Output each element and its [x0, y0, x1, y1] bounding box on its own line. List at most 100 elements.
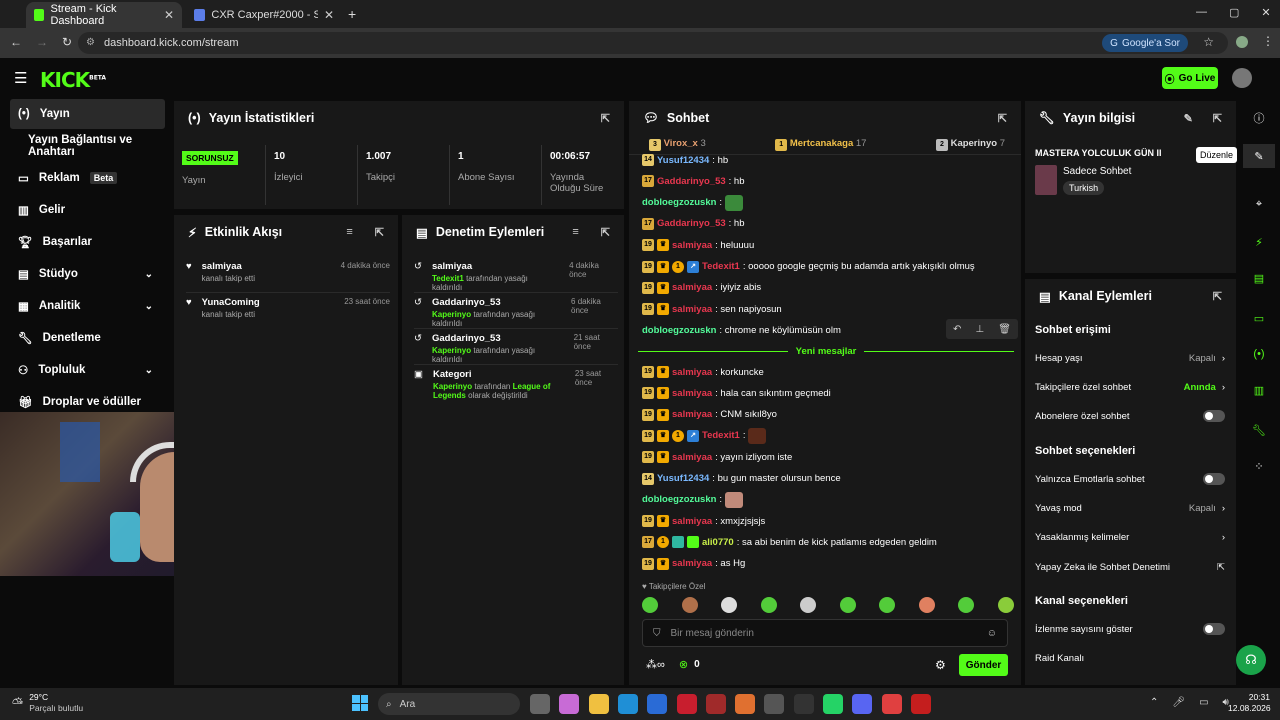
document-icon[interactable]: ▤ [1243, 266, 1275, 290]
chat-username[interactable]: dobloegzozuskn [642, 197, 716, 208]
google-ask-button[interactable]: G Google'a Sor [1102, 34, 1188, 52]
gifter[interactable]: 1 Mertcanakaga 17 [775, 138, 866, 151]
send-button[interactable]: Gönder [959, 654, 1008, 676]
chat-username[interactable]: Yusuf12434 [657, 155, 709, 166]
chat-message[interactable]: 19 ♛ salmiyaa: as Hg [642, 554, 745, 574]
forward-icon[interactable]: → [36, 35, 48, 49]
new-tab-icon[interactable]: + [348, 6, 356, 22]
pin-icon[interactable]: ⊥ [975, 324, 984, 335]
whatsapp-icon[interactable] [823, 694, 843, 714]
chat-message[interactable]: 19 ♛ 1 ↗ Tedexit1: ooooo google geçmiş bu ad… [642, 257, 975, 277]
chat-message[interactable]: 14 Yusuf12434: hb [642, 150, 728, 170]
target-icon[interactable]: ⌖ [1243, 192, 1275, 216]
discord-icon[interactable] [852, 694, 873, 714]
chat-username[interactable]: salmiyaa [672, 304, 712, 315]
go-live-button[interactable]: ⦿ Go Live [1162, 67, 1218, 89]
taskbar-search[interactable]: ⌕ Ara [378, 693, 520, 715]
chat-message[interactable]: 17 Gaddarinyo_53: hb [642, 171, 745, 191]
sidebar-item-denetleme[interactable]: 🔧︎ Denetleme [10, 323, 165, 353]
chat-username[interactable]: salmiyaa [672, 558, 712, 569]
browser-tab-summoner[interactable]: CXR Caxper#2000 - Summoner ✕ [186, 2, 342, 28]
emote-picker-item[interactable] [958, 597, 975, 613]
folder-icon[interactable] [588, 694, 609, 714]
lightning-icon[interactable]: ⚡︎ [1243, 230, 1275, 254]
emote-picker-item[interactable] [879, 597, 896, 613]
edit-pencil-icon[interactable]: ✎ [1184, 112, 1193, 125]
app-icon[interactable] [705, 694, 726, 714]
chat-message[interactable]: 19 ♛ salmiyaa: hala can sıkıntım geçmedi [642, 383, 831, 403]
reload-icon[interactable]: ↻ [62, 35, 72, 49]
support-icon[interactable]: ☊ [1236, 645, 1266, 675]
chat-username[interactable]: Yusuf12434 [657, 473, 709, 484]
kick-logo[interactable]: KICKBETA [40, 68, 106, 92]
layout-icon[interactable]: ▥ [1243, 378, 1275, 402]
chat-username[interactable]: Tedexit1 [702, 430, 740, 441]
store-icon[interactable] [647, 694, 668, 714]
followers-chat-row[interactable]: Takipçilere özel sohbet Anında › [1035, 377, 1225, 397]
riot-icon[interactable] [910, 694, 931, 714]
emote-only-toggle[interactable] [1203, 473, 1225, 485]
site-info-icon[interactable]: ⚙ [86, 37, 95, 48]
opera-icon[interactable] [676, 694, 697, 714]
show-views-toggle[interactable] [1203, 623, 1225, 635]
browser-menu-icon[interactable]: ⋮ [1262, 34, 1274, 48]
chat-username[interactable]: Gaddarinyo_53 [657, 218, 726, 229]
chat-message[interactable]: 17 1 ali0770: sa abi benim de kick patlamı… [642, 532, 937, 552]
filter-icon[interactable]: ≡ [346, 226, 352, 238]
gifter[interactable]: 2 Kaperinyo 7 [935, 138, 1005, 151]
chat-username[interactable]: Gaddarinyo_53 [657, 176, 726, 187]
weather-widget[interactable]: ⛅︎ 29°C Parçalı bulutlu [12, 692, 83, 714]
chat-message[interactable]: 19 ♛ salmiyaa: iyiyiz abis [642, 278, 761, 298]
subs-chat-toggle[interactable] [1203, 410, 1225, 422]
ai-moderation-row[interactable]: Yapay Zeka ile Sohbet Denetimi ⇱ [1035, 557, 1225, 577]
chat-message[interactable]: 19 ♛ salmiyaa: heluuuu [642, 235, 754, 255]
apps-icon[interactable]: ⁘ [1243, 454, 1275, 478]
sidebar-item-basarilar[interactable]: 🏆︎ Başarılar [10, 227, 165, 257]
chat-bubble-icon[interactable]: ▭ [1243, 306, 1275, 330]
edit-pencil-icon[interactable]: ✎ [1243, 144, 1275, 168]
chat-username[interactable]: dobloegzozuskn [642, 325, 716, 336]
sticker-icon[interactable] [735, 694, 756, 714]
sidebar-item-topluluk[interactable]: ⚇ Topluluk ⌄ [10, 355, 165, 385]
chat-username[interactable]: dobloegzozuskn [642, 494, 716, 505]
edge-icon[interactable] [617, 694, 638, 714]
chat-message[interactable]: dobloegzozuskn: [642, 490, 744, 510]
emote-picker-item[interactable] [839, 597, 856, 613]
chat-message[interactable]: 19 ♛ salmiyaa: xmxjzjsjsjs [642, 511, 765, 531]
sidebar-item-gelir[interactable]: ▥ Gelir [10, 195, 165, 225]
chevron-up-icon[interactable]: ⌃ [1150, 697, 1158, 708]
close-window-icon[interactable]: ✕ [1261, 6, 1270, 19]
trash-icon[interactable]: 🗑︎ [998, 324, 1011, 335]
users-infinity-icon[interactable]: ⁂∞ [646, 658, 665, 671]
account-age-row[interactable]: Hesap yaşı Kapalı › [1035, 348, 1225, 368]
chat-input[interactable]: ⛉ Bir mesaj gönderin ☺ [642, 619, 1008, 647]
popout-icon[interactable]: ⇱ [375, 226, 384, 239]
minimize-icon[interactable]: — [1196, 6, 1207, 19]
chat-username[interactable]: salmiyaa [672, 240, 712, 251]
chat-message[interactable]: 19 ♛ 1 ↗ Tedexit1: [642, 426, 767, 446]
emote-picker-item[interactable] [997, 597, 1014, 613]
copilot-icon[interactable] [559, 694, 580, 714]
chat-username[interactable]: Tedexit1 [702, 261, 740, 272]
file-icon[interactable] [530, 694, 550, 714]
sidebar-item-yayin[interactable]: (•) Yayın [10, 99, 165, 129]
sidebar-item-analitik[interactable]: ▦ Analitik ⌄ [10, 291, 165, 321]
popout-icon[interactable]: ⇱ [1213, 290, 1222, 303]
raid-channel-row[interactable]: Raid Kanalı [1035, 648, 1225, 668]
close-tab-icon[interactable]: ✕ [324, 8, 334, 22]
popout-icon[interactable]: ⇱ [601, 226, 610, 239]
emoji-icon[interactable]: ☺ [987, 628, 997, 639]
chat-username[interactable]: salmiyaa [672, 282, 712, 293]
chat-message[interactable]: 19 ♛ salmiyaa: CNM sıkıl8yo [642, 405, 777, 425]
steam-icon[interactable] [764, 694, 785, 714]
sidebar-item-studyo[interactable]: ▤ Stüdyo ⌄ [10, 259, 165, 289]
emote-picker-item[interactable] [918, 597, 935, 613]
popout-icon[interactable]: ⇱ [1213, 112, 1222, 125]
back-icon[interactable]: ← [10, 35, 22, 49]
chat-username[interactable]: salmiyaa [672, 452, 712, 463]
emote-picker-item[interactable] [760, 597, 777, 613]
display-icon[interactable]: ▭ [1199, 697, 1208, 708]
emote-picker-item[interactable] [800, 597, 817, 613]
chat-username[interactable]: salmiyaa [672, 409, 712, 420]
sidebar-item-reklam[interactable]: ▭ Reklam Beta [10, 163, 165, 193]
